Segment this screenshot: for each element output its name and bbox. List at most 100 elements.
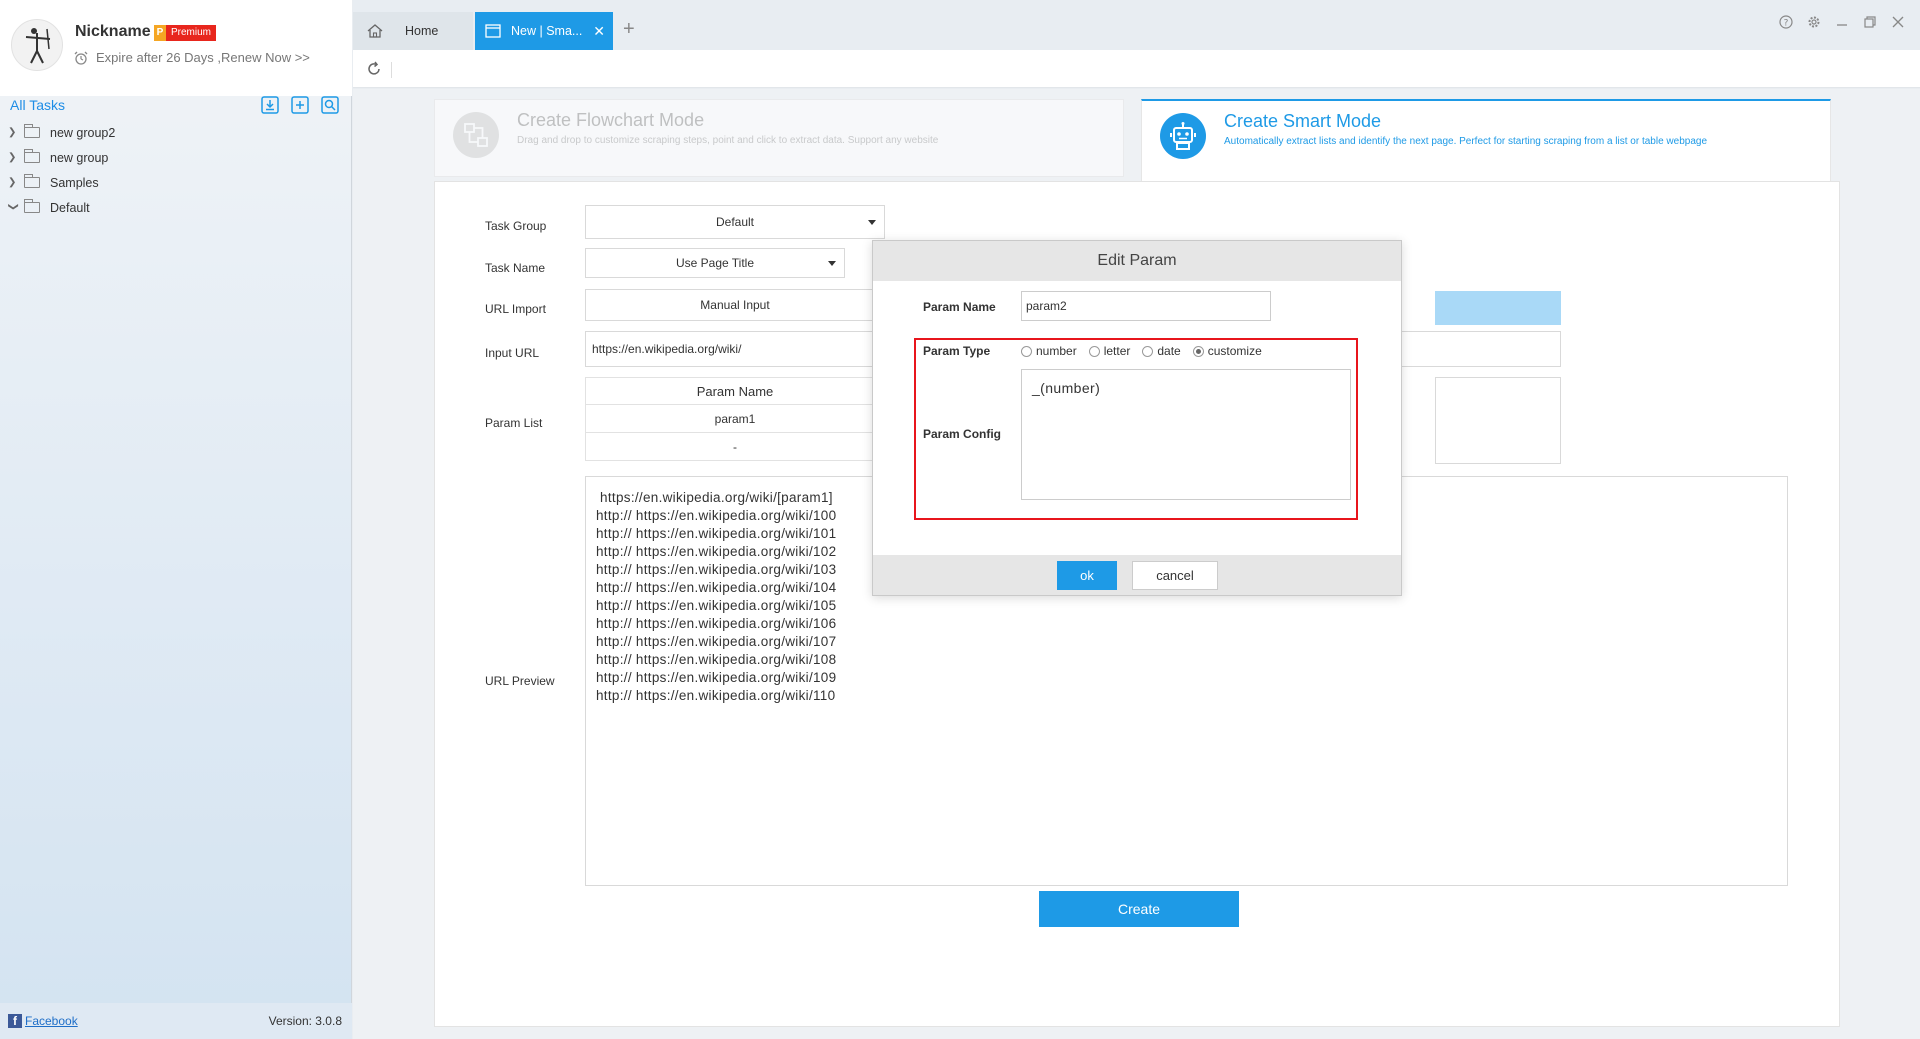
- radio-label: number: [1036, 344, 1077, 358]
- url-import-highlight-bar: [1435, 291, 1561, 325]
- url-preview-line: http:// https://en.wikipedia.org/wiki/10…: [596, 652, 837, 667]
- param-name-input[interactable]: param2: [1021, 291, 1271, 321]
- param-type-customize[interactable]: customize: [1192, 344, 1262, 358]
- tab-active-label: New | Sma...: [511, 24, 583, 38]
- tab-new-smart[interactable]: New | Sma... ✕: [475, 12, 613, 50]
- param-table-row[interactable]: param1: [585, 405, 885, 433]
- param-type-label: Param Type: [923, 344, 991, 358]
- sidebar-toolbar: [260, 95, 340, 115]
- param-table-row[interactable]: -: [585, 433, 885, 461]
- all-tasks-title[interactable]: All Tasks: [10, 97, 65, 113]
- flowchart-mode-desc: Drag and drop to customize scraping step…: [517, 135, 939, 146]
- tab-home[interactable]: Home: [353, 12, 473, 50]
- settings-gear-icon[interactable]: [1806, 14, 1822, 30]
- param-type-date[interactable]: date: [1142, 344, 1181, 358]
- param-table: Param Name param1 -: [585, 377, 885, 461]
- nickname: Nickname: [75, 23, 151, 40]
- param-type-number[interactable]: number: [1021, 344, 1077, 358]
- sidebar: Nickname P Premium Expire after 26 Days …: [0, 0, 352, 1039]
- close-window-icon[interactable]: [1890, 14, 1906, 30]
- svg-text:?: ?: [1784, 19, 1789, 29]
- param-table-right-column: [1435, 377, 1561, 464]
- caret-down-icon: [868, 220, 876, 225]
- radio-label: customize: [1207, 344, 1262, 358]
- cancel-button[interactable]: cancel: [1132, 561, 1218, 590]
- premium-badge-p: P: [154, 25, 166, 41]
- tab-close-icon[interactable]: ✕: [593, 23, 605, 40]
- version-label: Version: 3.0.8: [268, 1014, 342, 1028]
- create-button[interactable]: Create: [1039, 891, 1239, 927]
- flowchart-mode-title: Create Flowchart Mode: [517, 110, 705, 130]
- ok-button[interactable]: ok: [1057, 561, 1117, 590]
- folder-icon: [24, 149, 40, 163]
- tree-item-new-group[interactable]: ❯ new group: [0, 145, 352, 170]
- address-separator: [391, 62, 392, 78]
- tree-item-new-group2[interactable]: ❯ new group2: [0, 120, 352, 145]
- sidebar-footer: f Facebook Version: 3.0.8: [0, 1003, 352, 1039]
- radio-button[interactable]: [1142, 345, 1154, 357]
- smart-mode-desc: Automatically extract lists and identify…: [1224, 136, 1708, 147]
- url-preview-label: URL Preview: [485, 674, 555, 688]
- url-import-label: URL Import: [485, 302, 546, 316]
- new-tab-button[interactable]: +: [623, 18, 635, 41]
- help-icon[interactable]: ?: [1778, 14, 1794, 30]
- flowchart-mode-card[interactable]: Create Flowchart Mode Drag and drop to c…: [434, 99, 1124, 177]
- param-config-textarea[interactable]: _(number): [1021, 369, 1351, 500]
- task-name-select[interactable]: Use Page Title: [585, 248, 845, 278]
- smart-mode-card[interactable]: Create Smart Mode Automatically extract …: [1141, 99, 1831, 181]
- task-group-select[interactable]: Default: [585, 205, 885, 239]
- chevron-right-icon[interactable]: ❯: [8, 177, 18, 188]
- robot-icon: [1160, 113, 1206, 159]
- restore-icon[interactable]: [1862, 14, 1878, 30]
- param-table-header: Param Name: [585, 377, 885, 405]
- facebook-icon[interactable]: f: [8, 1014, 22, 1028]
- param-name-label: Param Name: [923, 300, 996, 314]
- url-import-select[interactable]: Manual Input: [585, 289, 885, 321]
- edit-param-dialog: Edit Param Param Name param2 Param Type …: [872, 240, 1402, 596]
- minimize-icon[interactable]: [1834, 14, 1850, 30]
- smart-mode-title: Create Smart Mode: [1224, 111, 1382, 131]
- facebook-link-wrap[interactable]: f Facebook: [8, 1014, 78, 1028]
- task-group-value: Default: [715, 215, 755, 229]
- folder-icon: [24, 124, 40, 138]
- premium-badge: P Premium: [154, 25, 217, 41]
- search-task-icon[interactable]: [320, 95, 340, 115]
- url-preview-line: http:// https://en.wikipedia.org/wiki/10…: [596, 634, 837, 649]
- flowchart-icon: [453, 112, 499, 158]
- url-preview-line: http:// https://en.wikipedia.org/wiki/10…: [596, 598, 837, 613]
- param-type-radio-group: number letter date customize: [1021, 344, 1262, 358]
- task-group-label: Task Group: [485, 219, 547, 233]
- input-url-label: Input URL: [485, 346, 540, 360]
- param-type-letter[interactable]: letter: [1088, 344, 1131, 358]
- chevron-right-icon[interactable]: ❯: [8, 152, 18, 163]
- tree-item-samples[interactable]: ❯ Samples: [0, 170, 352, 195]
- window-controls: ?: [1778, 14, 1906, 30]
- avatar[interactable]: [11, 19, 63, 71]
- folder-icon: [24, 174, 40, 188]
- profile-panel: Nickname P Premium Expire after 26 Days …: [0, 0, 352, 96]
- radio-button[interactable]: [1021, 345, 1032, 357]
- radio-button-selected[interactable]: [1192, 345, 1204, 357]
- dialog-title[interactable]: Edit Param: [873, 241, 1401, 281]
- facebook-link[interactable]: Facebook: [25, 1014, 78, 1028]
- add-task-icon[interactable]: [290, 95, 310, 115]
- tree-item-label: Samples: [50, 175, 99, 190]
- avatar-figure-icon: [25, 28, 51, 64]
- premium-badge-label: Premium: [166, 25, 217, 41]
- radio-button[interactable]: [1088, 345, 1100, 357]
- chevron-right-icon[interactable]: ❯: [8, 127, 18, 138]
- expire-notice[interactable]: Expire after 26 Days ,Renew Now >>: [74, 50, 310, 65]
- chevron-down-icon[interactable]: ❯: [8, 203, 19, 213]
- import-icon[interactable]: [260, 95, 280, 115]
- tree-item-default[interactable]: ❯ Default: [0, 195, 352, 220]
- radio-label: date: [1157, 344, 1181, 358]
- radio-label: letter: [1103, 344, 1131, 358]
- tab-home-label: Home: [405, 24, 439, 38]
- expire-text[interactable]: Expire after 26 Days ,Renew Now >>: [96, 50, 310, 65]
- param-list-label: Param List: [485, 416, 543, 430]
- caret-down-icon: [828, 261, 836, 266]
- url-preview-line: http:// https://en.wikipedia.org/wiki/11…: [596, 688, 836, 703]
- param-config-label: Param Config: [923, 427, 1002, 441]
- task-name-value: Use Page Title: [675, 256, 755, 270]
- refresh-icon[interactable]: [365, 60, 383, 81]
